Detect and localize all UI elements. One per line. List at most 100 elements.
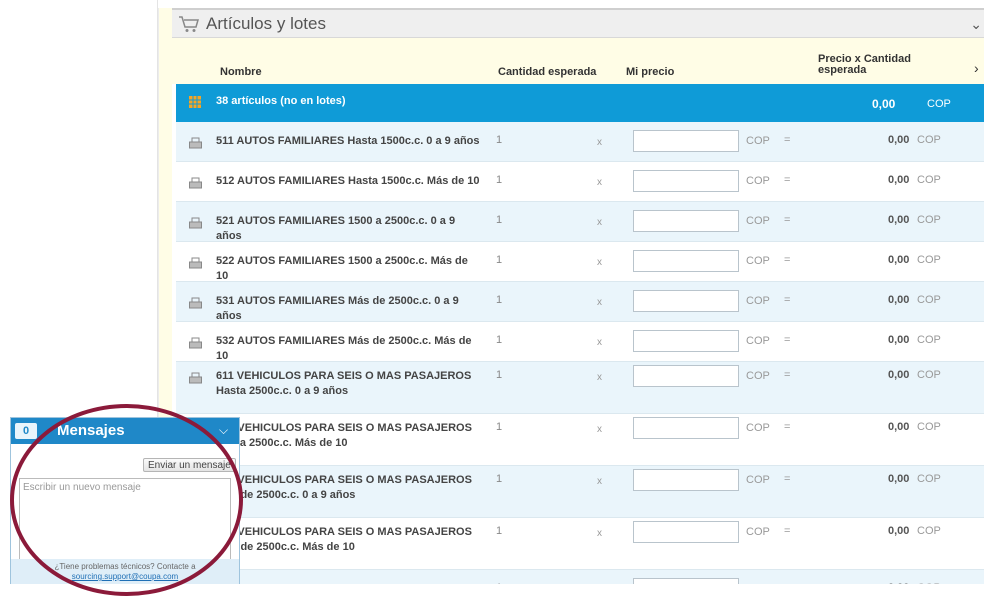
item-name: 612 VEHICULOS PARA SEIS O MAS PASAJEROS … [216, 422, 472, 449]
item-amount-currency: COP [917, 174, 941, 186]
item-name: 521 AUTOS FAMILIARES 1500 a 2500c.c. 0 a… [216, 215, 456, 242]
item-icon [189, 297, 202, 309]
item-amount: 0,00 [888, 174, 910, 186]
price-input[interactable] [633, 365, 739, 387]
table-row[interactable]: 522 AUTOS FAMILIARES 1500 a 2500c.c. Más… [176, 242, 984, 282]
table-row[interactable]: 612 VEHICULOS PARA SEIS O MAS PASAJEROS … [176, 414, 984, 466]
table-row[interactable]: 711 AUTOS DE NEGOCIOS Y TAXIS Hasta 1500… [176, 570, 984, 584]
times-sign: x [597, 217, 602, 228]
price-input[interactable] [633, 469, 739, 491]
price-input[interactable] [633, 578, 739, 584]
item-amount: 0,00 [888, 334, 910, 346]
item-amount: 0,00 [888, 421, 910, 433]
new-message-input[interactable] [19, 478, 231, 568]
item-icon [189, 217, 202, 229]
item-qty: 1 [496, 369, 503, 381]
item-qty: 1 [496, 214, 503, 226]
item-name: 511 AUTOS FAMILIARES Hasta 1500c.c. 0 a … [216, 135, 480, 147]
item-amount: 0,00 [888, 525, 910, 537]
lot-label: 38 artículos (no en lotes) [216, 95, 346, 107]
price-input[interactable] [633, 330, 739, 352]
item-amount-currency: COP [917, 294, 941, 306]
price-currency: COP [746, 295, 770, 307]
message-count-badge: 0 [15, 423, 37, 439]
price-currency: COP [746, 215, 770, 227]
item-amount: 0,00 [888, 294, 910, 306]
send-message-button[interactable]: Enviar un mensaje [143, 458, 236, 472]
item-name: 621 VEHICULOS PARA SEIS O MAS PASAJEROS … [216, 474, 472, 501]
price-input[interactable] [633, 417, 739, 439]
table-row[interactable]: 512 AUTOS FAMILIARES Hasta 1500c.c. Más … [176, 162, 984, 202]
item-icon [189, 337, 202, 349]
item-amount-currency: COP [917, 334, 941, 346]
column-expected-qty: Cantidad esperada [498, 66, 597, 78]
price-currency: COP [746, 335, 770, 347]
times-sign: x [597, 476, 602, 487]
item-qty: 1 [496, 254, 503, 266]
table-row[interactable]: 611 VEHICULOS PARA SEIS O MAS PASAJEROS … [176, 362, 984, 414]
item-icon [189, 257, 202, 269]
item-amount-currency: COP [917, 369, 941, 381]
price-input[interactable] [633, 250, 739, 272]
price-input[interactable] [633, 170, 739, 192]
price-currency: COP [746, 370, 770, 382]
column-my-price: Mi precio [626, 66, 675, 78]
equals-sign: = [784, 473, 791, 485]
item-amount-currency: COP [917, 254, 941, 266]
item-icon [189, 372, 202, 384]
table-row[interactable]: 521 AUTOS FAMILIARES 1500 a 2500c.c. 0 a… [176, 202, 984, 242]
support-email-link[interactable]: sourcing.support@coupa.com [72, 572, 178, 581]
item-amount: 0,00 [888, 254, 910, 266]
support-footer: ¿Tiene problemas técnicos? Contacte a so… [11, 559, 239, 584]
price-input[interactable] [633, 290, 739, 312]
times-sign: x [597, 528, 602, 539]
item-qty: 1 [496, 174, 503, 186]
price-input[interactable] [633, 521, 739, 543]
times-sign: x [597, 177, 602, 188]
chevron-right-icon[interactable]: › [974, 60, 979, 76]
chevron-down-icon[interactable]: ⌵ [219, 423, 228, 438]
price-currency: COP [746, 422, 770, 434]
table-row[interactable]: 531 AUTOS FAMILIARES Más de 2500c.c. 0 a… [176, 282, 984, 322]
messages-header[interactable]: 0 Mensajes ⌵ [11, 418, 239, 444]
equals-sign: = [784, 525, 791, 537]
equals-sign: = [784, 214, 791, 226]
price-currency: COP [746, 135, 770, 147]
column-name: Nombre [220, 66, 262, 78]
main-content: Artículos y lotes ⌄ Nombre Cantidad espe… [158, 0, 984, 584]
price-currency: COP [746, 175, 770, 187]
item-qty: 1 [496, 525, 503, 537]
price-input[interactable] [633, 130, 739, 152]
item-amount-currency: COP [917, 134, 941, 146]
item-icon [189, 137, 202, 149]
column-price-x-qty: Precio x Cantidad esperada [818, 53, 911, 76]
table-row[interactable]: 532 AUTOS FAMILIARES Más de 2500c.c. Más… [176, 322, 984, 362]
price-currency: COP [746, 255, 770, 267]
section-header[interactable]: Artículos y lotes ⌄ [172, 8, 984, 38]
item-amount-currency: COP [917, 473, 941, 485]
messages-widget: 0 Mensajes ⌵ Enviar un mensaje ¿Tiene pr… [10, 417, 240, 584]
item-amount-currency: COP [917, 525, 941, 537]
equals-sign: = [784, 421, 791, 433]
table-row[interactable]: 511 AUTOS FAMILIARES Hasta 1500c.c. 0 a … [176, 122, 984, 162]
lot-currency: COP [927, 98, 951, 110]
item-amount-currency: COP [917, 214, 941, 226]
item-qty: 1 [496, 421, 503, 433]
section-title: Artículos y lotes [206, 13, 326, 33]
equals-sign: = [784, 369, 791, 381]
price-currency: COP [746, 474, 770, 486]
item-icon [189, 177, 202, 189]
lot-row[interactable]: 38 artículos (no en lotes) 0,00 COP [176, 84, 984, 122]
item-qty: 1 [496, 334, 503, 346]
equals-sign: = [784, 174, 791, 186]
item-amount: 0,00 [888, 369, 910, 381]
item-qty: 1 [496, 473, 503, 485]
chevron-down-icon[interactable]: ⌄ [970, 16, 982, 33]
support-text: ¿Tiene problemas técnicos? Contacte a [54, 562, 196, 571]
price-input[interactable] [633, 210, 739, 232]
table-row[interactable]: 622 VEHICULOS PARA SEIS O MAS PASAJEROS … [176, 518, 984, 570]
item-name: 611 VEHICULOS PARA SEIS O MAS PASAJEROS … [216, 370, 472, 397]
table-row[interactable]: 621 VEHICULOS PARA SEIS O MAS PASAJEROS … [176, 466, 984, 518]
equals-sign: = [784, 254, 791, 266]
item-name: 622 VEHICULOS PARA SEIS O MAS PASAJEROS … [216, 526, 472, 553]
